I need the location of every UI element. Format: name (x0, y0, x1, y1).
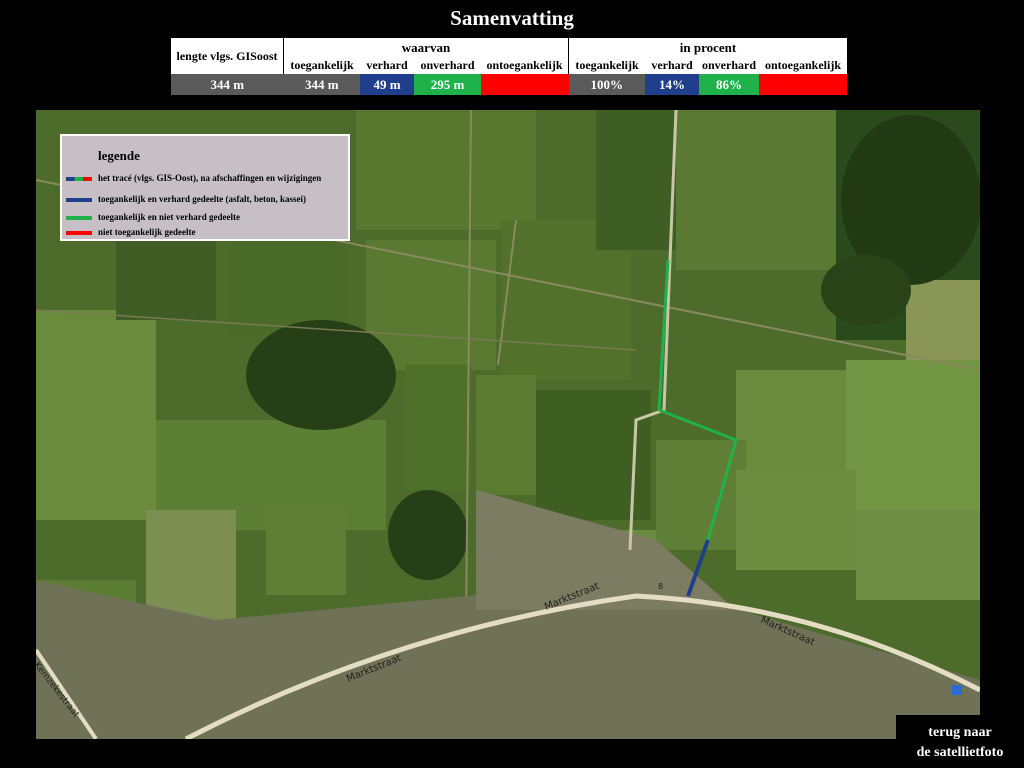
abs-verhard-value: 49 m (360, 74, 414, 95)
abs-toegankelijk-value: 344 m (283, 74, 360, 95)
legend-swatch-trace (66, 177, 92, 181)
col-ontoegankelijk-header: ontoegankelijk (481, 56, 569, 74)
field (146, 510, 236, 620)
page-title: Samenvatting (450, 6, 574, 30)
col-onverhard-header: onverhard (414, 56, 481, 74)
tree-cluster (246, 320, 396, 430)
legend-swatch-blue (66, 198, 92, 202)
field (406, 365, 471, 490)
legend-label: het tracé (vlgs. GIS-Oost), na afschaffi… (98, 173, 322, 183)
length-header: lengte vlgs. GISoost (171, 38, 284, 74)
back-to-satellite-link[interactable]: terug naar de satellietfoto (896, 715, 1024, 768)
pct-ontoegankelijk-value (759, 74, 847, 95)
field (846, 360, 980, 530)
length-value: 344 m (171, 74, 284, 95)
pct-onverhard-value: 86% (699, 74, 759, 95)
legend-label: toegankelijk en niet verhard gedeelte (98, 212, 240, 222)
pct-verhard-header: verhard (645, 56, 699, 74)
field (36, 310, 156, 520)
back-link-line1: terug naar (928, 725, 992, 740)
house-number-label: 8 (658, 582, 663, 591)
legend-title: legende (98, 148, 140, 163)
legend-swatch-red (66, 231, 92, 235)
field (356, 110, 536, 230)
col-toegankelijk-header: toegankelijk (283, 56, 360, 74)
pct-onverhard-header: onverhard (699, 56, 759, 74)
summary-table: lengte vlgs. GISoost waarvan in procent … (171, 38, 847, 95)
bus-stop-icon (952, 685, 962, 695)
group-procent: in procent (568, 38, 847, 56)
field-orchard (596, 110, 676, 250)
field (116, 240, 216, 320)
abs-ontoegankelijk-value (481, 74, 569, 95)
pct-verhard-value: 14% (645, 74, 699, 95)
col-verhard-header: verhard (360, 56, 414, 74)
legend-label: toegankelijk en verhard gedeelte (asfalt… (98, 194, 306, 204)
back-link-line2: de satellietfoto (916, 745, 1004, 760)
legend-swatch-green (66, 216, 92, 220)
tree-cluster (388, 490, 468, 580)
pct-ontoegankelijk-header: ontoegankelijk (759, 56, 847, 74)
field (676, 110, 836, 270)
legend-label: niet toegankelijk gedeelte (98, 227, 196, 237)
field (856, 510, 980, 600)
field (476, 375, 536, 495)
pct-toegankelijk-header: toegankelijk (568, 56, 645, 74)
map-legend: legende het tracé (vlgs. GIS-Oost), na a… (60, 134, 350, 241)
pct-toegankelijk-value: 100% (568, 74, 645, 95)
tree-cluster (821, 255, 911, 325)
field (266, 505, 346, 595)
group-waarvan: waarvan (283, 38, 569, 56)
abs-onverhard-value: 295 m (414, 74, 481, 95)
field (736, 470, 856, 570)
